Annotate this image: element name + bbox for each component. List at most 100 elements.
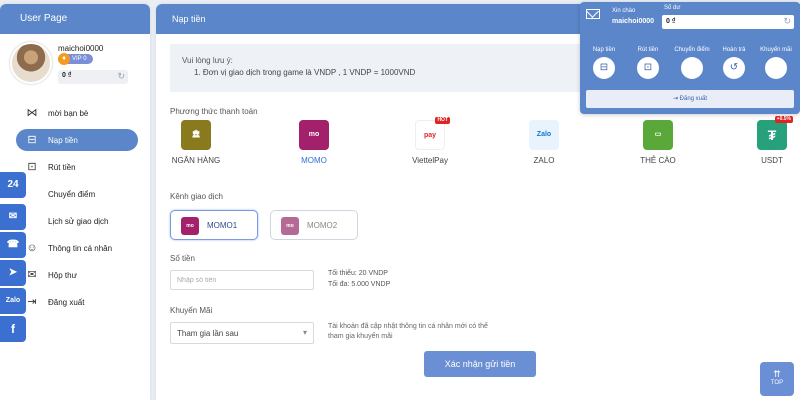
logout-label: Đăng xuất xyxy=(679,96,708,102)
quick-promotion[interactable]: Khuyến mãi xyxy=(756,47,796,85)
gift-icon xyxy=(765,57,787,79)
logout-button[interactable]: ⇥ Đăng xuất xyxy=(586,90,794,108)
history-icon xyxy=(26,215,38,227)
phone-icon[interactable]: ☎ xyxy=(0,232,26,258)
arrow-up-icon: ⇈ xyxy=(773,369,781,379)
zalopay-icon: Zalo xyxy=(529,120,559,150)
sidebar-item-label: Chuyển điểm xyxy=(48,190,96,199)
quick-label: Rút tiền xyxy=(637,47,659,53)
support-24h-icon[interactable]: 24 xyxy=(0,172,26,198)
notice-line: 1. Đơn vị giao dịch trong game là VNDP ,… xyxy=(194,68,416,77)
top-label: TOP xyxy=(770,380,784,386)
card-balance-value: 0 ₫ xyxy=(666,18,676,25)
sidebar-title: User Page xyxy=(0,4,150,34)
bonus-tag: +0.5% xyxy=(774,116,793,123)
sidebar-item-label: Lịch sử giao dịch xyxy=(48,217,109,226)
profile-username: maichoi0000 xyxy=(58,44,104,53)
profile: maichoi0000 ♦ VIP 0 0 ₫ ↻ xyxy=(0,34,150,94)
channel-momo2[interactable]: mo MOMO2 xyxy=(270,210,358,240)
channel-momo1[interactable]: mo MOMO1 xyxy=(170,210,258,240)
sidebar-item-label: Hộp thư xyxy=(48,271,77,280)
card-icon: ▭ xyxy=(643,120,673,150)
payment-method-label-text: NGÂN HÀNG xyxy=(171,156,221,165)
mail-icon[interactable]: ✉ xyxy=(0,204,26,230)
mailbox-icon: ✉ xyxy=(27,269,37,281)
payment-method-viettelpay[interactable]: pay HOT ViettelPay xyxy=(390,117,470,170)
payment-method-zalo[interactable]: Zalo ZALO xyxy=(504,120,584,170)
telegram-icon[interactable]: ➤ xyxy=(0,260,26,286)
sidebar-item-label: Nạp tiền xyxy=(48,136,78,145)
amount-max: Tối đa: 5.000 VNDP xyxy=(328,281,391,288)
deposit-icon: ⊟ xyxy=(27,134,37,146)
payment-method-label-text: THẺ CÀO xyxy=(640,156,676,165)
vip-label: VIP 0 xyxy=(72,56,87,62)
mail-icon[interactable] xyxy=(586,9,600,19)
promo-select-value: Tham gia lần sau xyxy=(177,329,239,338)
logout-icon: ⇥ xyxy=(27,296,37,308)
deposit-icon: ⊟ xyxy=(593,57,615,79)
promo-select[interactable]: Tham gia lần sau ▾ xyxy=(170,322,314,344)
notice-box: Vui lòng lưu ý: 1. Đơn vị giao dịch tron… xyxy=(170,44,610,92)
hot-tag: HOT xyxy=(435,117,450,124)
profile-balance-value: 0 ₫ xyxy=(62,72,72,79)
promo-label: Khuyến Mãi xyxy=(170,306,213,315)
channel-label-text: MOMO2 xyxy=(307,221,338,230)
quick-withdraw[interactable]: Rút tiền ⊡ xyxy=(628,47,668,85)
channel-label: Kênh giao dịch xyxy=(170,192,223,201)
amount-min: Tối thiểu: 20 VNDP xyxy=(328,270,388,277)
payment-method-card[interactable]: ▭ THẺ CÀO xyxy=(618,120,698,170)
refresh-icon[interactable]: ↻ xyxy=(783,16,791,27)
quick-refund[interactable]: Hoàn trả ↺ xyxy=(714,47,754,85)
transfer-icon xyxy=(681,57,703,79)
submit-deposit-button[interactable]: Xác nhận gửi tiền xyxy=(424,351,536,377)
vip-shield-icon: ♦ xyxy=(58,53,70,65)
avatar[interactable] xyxy=(10,42,52,84)
profile-balance: 0 ₫ ↻ xyxy=(58,70,128,84)
facebook-icon[interactable]: f xyxy=(0,316,26,342)
greeting: Xin chào xyxy=(612,8,636,14)
sidebar-item-label: Thông tin cá nhân xyxy=(48,244,113,253)
sidebar-item-label: Rút tiền xyxy=(48,163,76,172)
balance-label: Số dư xyxy=(664,5,681,11)
momo-icon: mo xyxy=(299,120,329,150)
withdraw-icon: ⊡ xyxy=(637,57,659,79)
payment-method-label-text: ViettelPay xyxy=(412,156,448,165)
amount-label: Số tiền xyxy=(170,254,195,263)
notice-title: Vui lòng lưu ý: xyxy=(182,56,233,65)
withdraw-icon: ⊡ xyxy=(27,161,37,173)
quick-label: Chuyển điểm xyxy=(674,47,710,53)
sidebar-item-deposit[interactable]: ⊟ Nạp tiền xyxy=(0,127,150,154)
payment-method-usdt[interactable]: ₮ +0.5% USDT xyxy=(732,116,800,170)
viettelpay-icon: pay HOT xyxy=(415,117,450,150)
bank-icon: 🏛 xyxy=(181,120,211,150)
refresh-icon[interactable]: ↻ xyxy=(117,71,125,82)
scroll-top-button[interactable]: ⇈ TOP xyxy=(760,362,794,396)
payment-method-label-text: MOMO xyxy=(301,156,327,165)
payment-method-bank[interactable]: 🏛 NGÂN HÀNG xyxy=(156,120,236,170)
user-icon: ☺ xyxy=(26,242,38,254)
payment-method-momo[interactable]: mo MOMO xyxy=(274,120,354,170)
sidebar-item-label: Đăng xuất xyxy=(48,298,85,307)
account-card: Xin chào maichoi0000 Số dư 0 ₫ ↻ Nạp tiề… xyxy=(580,2,800,114)
quick-label: Nạp tiền xyxy=(592,47,616,53)
quick-deposit[interactable]: Nạp tiền ⊟ xyxy=(584,47,624,85)
payment-method-label-text: USDT xyxy=(761,156,783,165)
share-icon: ⋈ xyxy=(26,107,38,119)
transfer-icon xyxy=(26,188,38,200)
zalo-icon[interactable]: Zalo xyxy=(0,288,26,314)
chevron-down-icon: ▾ xyxy=(302,328,307,337)
sidebar-item-invite[interactable]: ⋈ mời bạn bè xyxy=(0,100,150,127)
sidebar-item-label: mời bạn bè xyxy=(48,109,89,118)
card-username: maichoi0000 xyxy=(612,18,655,25)
refund-icon: ↺ xyxy=(723,57,745,79)
momo-icon: mo xyxy=(281,217,299,235)
quick-label: Khuyến mãi xyxy=(760,47,792,53)
payment-method-label: Phương thức thanh toán xyxy=(170,107,258,116)
usdt-icon: ₮ +0.5% xyxy=(757,116,793,150)
amount-input[interactable] xyxy=(170,270,314,290)
vip-badge: ♦ VIP 0 xyxy=(58,53,93,65)
quick-transfer[interactable]: Chuyển điểm xyxy=(672,47,712,85)
logout-icon: ⇥ xyxy=(672,96,680,102)
momo-icon: mo xyxy=(181,217,199,235)
channel-label-text: MOMO1 xyxy=(207,221,238,230)
